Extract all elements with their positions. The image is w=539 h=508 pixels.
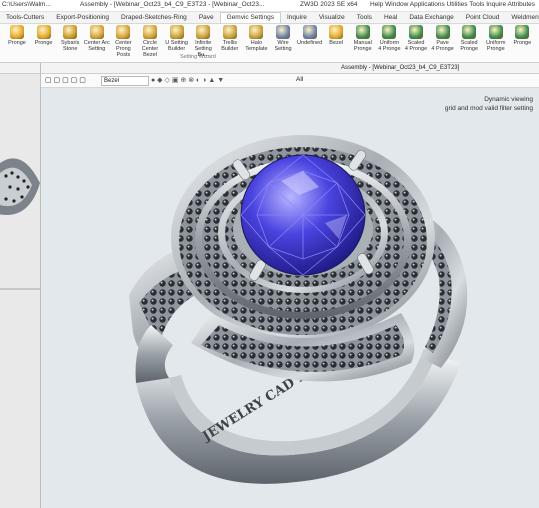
ribbon-tool-button[interactable]: Pronge	[509, 25, 535, 55]
ribbon-tab[interactable]: Point Cloud	[460, 13, 506, 23]
titlebar-left-tab[interactable]: C:\Users\Walm...	[2, 1, 51, 8]
tool-label: U Setting Builder	[165, 40, 188, 52]
tool-icon	[515, 25, 530, 39]
ribbon-tool-button[interactable]: Infinite Setting Bu...	[190, 25, 216, 58]
window-titlebar: C:\Users\Walm... Assembly - [Webinar_Oct…	[0, 0, 539, 12]
ribbon-tool-button[interactable]: Center Arc Setting	[84, 25, 110, 55]
tool-icon	[435, 25, 450, 39]
ribbon-tool-button[interactable]: Halo Template	[243, 25, 269, 55]
ribbon-tab[interactable]: Inquire	[281, 13, 313, 23]
tool-label: Uniform 4 Pronge	[378, 40, 401, 52]
tool-icon	[302, 25, 317, 39]
tool-icon	[36, 25, 51, 39]
ribbon-tab[interactable]: Weldments	[505, 13, 539, 23]
ribbon-tool-button[interactable]: Manual Pronge	[350, 25, 376, 55]
ribbon-tab[interactable]: Visualize	[313, 13, 351, 23]
tool-label: Sybaris Stone	[61, 40, 80, 52]
ribbon-tool-button[interactable]: Uniform Pronge	[483, 25, 509, 55]
tool-label: Manual Pronge	[353, 40, 372, 52]
ribbon-tool-button[interactable]: U Setting Builder	[164, 25, 190, 55]
ribbon-tab[interactable]: Gemvic Settings	[219, 12, 281, 23]
tool-label: Pronge	[8, 40, 26, 46]
tool-icon	[10, 25, 24, 39]
titlebar-app-name: ZW3D 2023 SE x64	[300, 1, 358, 8]
ribbon-tool-button[interactable]: Sybaris Stone	[57, 25, 83, 55]
tool-label: Halo Template	[245, 40, 268, 52]
ribbon-tool-button[interactable]: Scaled 4 Pronge	[403, 25, 429, 55]
ribbon-tab[interactable]: Pave	[193, 13, 220, 23]
tool-icon	[276, 25, 290, 39]
tool-label: Circle Center Bezel	[141, 40, 159, 58]
tool-icon	[329, 25, 344, 39]
tool-label: Bezel	[329, 40, 344, 46]
ribbon-tool-button[interactable]: Trellis Builder	[217, 25, 243, 55]
tool-icon	[382, 25, 397, 39]
ribbon-tab[interactable]: Tools-Cutters	[0, 13, 50, 23]
tool-icon	[169, 25, 184, 39]
left-panel-splitter[interactable]	[0, 288, 40, 290]
ribbon-tab[interactable]: Tools	[351, 13, 378, 23]
tool-label: Center Prong Posts	[115, 40, 132, 58]
3d-viewport[interactable]: Assembly - [Webinar_Oct23_b4_C9_E3T23] ▢…	[41, 63, 539, 508]
ribbon-tab[interactable]: Heal	[378, 13, 403, 23]
tool-icon	[462, 25, 477, 39]
ribbon-tab[interactable]: Export-Positioning	[50, 13, 115, 23]
tool-icon	[116, 25, 131, 39]
ribbon-tool-button[interactable]: Uniform 4 Pronge	[376, 25, 402, 55]
tool-label: Wire Setting	[274, 40, 292, 52]
ribbon-tool-button[interactable]: Wire Setting	[270, 25, 296, 55]
ribbon-tool-button[interactable]: Center Prong Posts	[110, 25, 136, 58]
tool-icon	[409, 25, 423, 39]
tool-label: Center Arc Setting	[83, 40, 110, 52]
ribbon-tab-strip: Tools-Cutters Export-Positioning Draped-Sk…	[0, 12, 539, 24]
ribbon-tool-button[interactable]: Pave 4 Pronge	[430, 25, 456, 55]
ribbon-tool-button[interactable]: Circle Center Bezel	[137, 25, 163, 58]
ribbon-tab[interactable]: Data Exchange	[403, 13, 459, 23]
ribbon-tool-button[interactable]: Pronge	[31, 25, 57, 55]
tool-label: Infinite Setting Bu...	[194, 40, 212, 58]
tool-label: Scaled 4 Pronge	[404, 40, 428, 52]
tool-icon	[89, 25, 104, 39]
ribbon-tool-button[interactable]: Undefined	[297, 25, 323, 55]
ribbon-tool-button[interactable]: Bezel	[323, 25, 349, 55]
titlebar-document-tab[interactable]: Assembly - [Webinar_Oct23_b4_C9_E3T23 - …	[80, 1, 264, 8]
tool-icon	[355, 25, 370, 39]
tool-label: Undefined	[297, 40, 323, 46]
tool-label: Scaled Pronge	[460, 40, 479, 52]
tool-icon	[249, 25, 264, 39]
tool-label: Uniform Pronge	[486, 40, 506, 52]
ribbon-tab[interactable]: Draped-Sketches-Ring	[115, 13, 193, 23]
tool-icon	[143, 25, 157, 39]
tool-icon	[222, 25, 237, 39]
tool-label: Pronge	[34, 40, 53, 46]
tool-label: Pave 4 Pronge	[431, 40, 454, 52]
tool-icon	[196, 25, 211, 39]
titlebar-menu[interactable]: Help Window Applications Utilities Tools…	[370, 1, 535, 8]
tool-label: Pronge	[513, 40, 532, 46]
preview-ring-thumbnail	[0, 158, 40, 215]
ring-render: JEWELRY CAD DREAM	[129, 135, 468, 484]
ribbon-tool-button[interactable]: Scaled Pronge	[456, 25, 482, 55]
left-panel	[0, 63, 41, 508]
ribbon-tool-button[interactable]: Pronge	[4, 25, 30, 55]
tool-icon	[488, 25, 503, 39]
ribbon-toolbar: Setting Wizard Pronge Pronge Sybaris Stone…	[0, 24, 539, 63]
tool-icon	[63, 25, 78, 39]
tool-label: Trellis Builder	[221, 40, 239, 52]
